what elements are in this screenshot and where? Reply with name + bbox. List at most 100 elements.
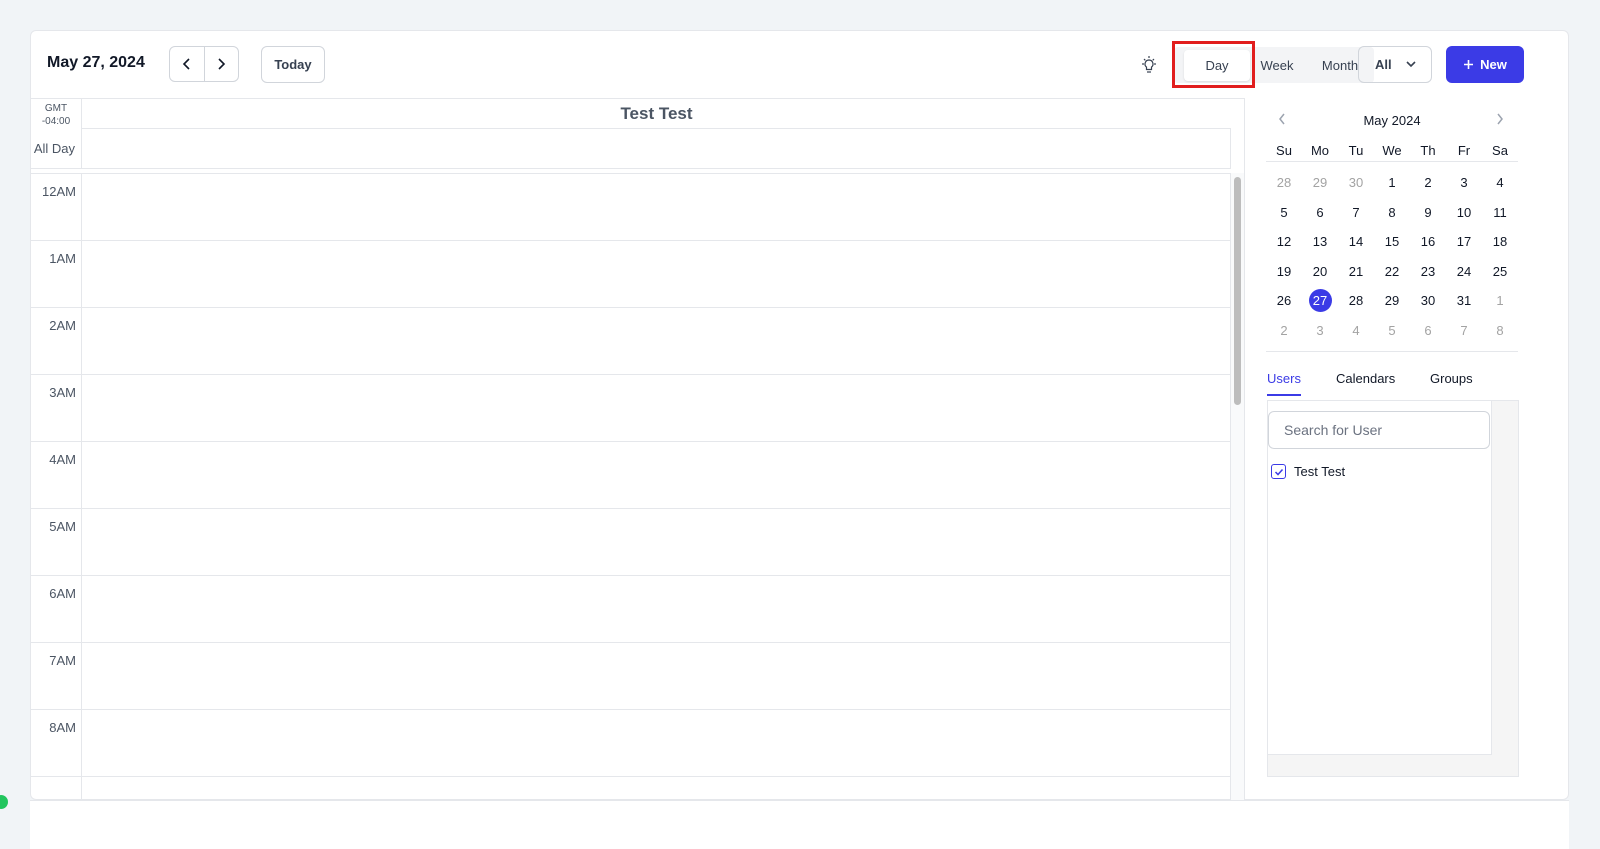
day-cell[interactable]: 29 — [1302, 175, 1338, 190]
week-row: 19 20 21 22 23 24 25 — [1266, 257, 1518, 287]
hour-slot[interactable] — [82, 442, 1231, 508]
day-cell[interactable]: 13 — [1302, 234, 1338, 249]
day-cell[interactable]: 7 — [1446, 323, 1482, 338]
view-week-button[interactable]: Week — [1252, 47, 1302, 83]
day-cell[interactable]: 3 — [1446, 175, 1482, 190]
hour-label: 6AM — [31, 576, 82, 642]
week-row: 5 6 7 8 9 10 11 — [1266, 198, 1518, 228]
hour-slot[interactable] — [82, 509, 1231, 575]
day-cell[interactable]: 3 — [1302, 323, 1338, 338]
hour-label: 7AM — [31, 643, 82, 709]
day-cell[interactable]: 12 — [1266, 234, 1302, 249]
tab-groups[interactable]: Groups — [1430, 371, 1473, 394]
day-cell[interactable]: 8 — [1374, 205, 1410, 220]
day-cell[interactable]: 30 — [1338, 175, 1374, 190]
hour-slot[interactable] — [82, 576, 1231, 642]
lightbulb-icon[interactable] — [1139, 55, 1159, 75]
day-cell[interactable]: 29 — [1374, 293, 1410, 308]
hour-label: 12AM — [31, 174, 82, 240]
hour-label: 8AM — [31, 710, 82, 776]
next-button[interactable] — [203, 47, 239, 81]
day-cell[interactable]: 16 — [1410, 234, 1446, 249]
hour-row: 12AM — [31, 174, 1231, 241]
day-grid: GMT -04:00 Test Test All Day 12AM 1AM 2A… — [31, 98, 1244, 802]
hour-row: 7AM — [31, 643, 1231, 710]
day-cell[interactable]: 7 — [1338, 205, 1374, 220]
hour-label: 2AM — [31, 308, 82, 374]
chevron-right-icon[interactable] — [1495, 112, 1505, 126]
hour-label: 5AM — [31, 509, 82, 575]
hour-slot[interactable] — [82, 643, 1231, 709]
day-cell[interactable]: 31 — [1446, 293, 1482, 308]
day-cell[interactable]: 6 — [1302, 205, 1338, 220]
timezone-line-2: -04:00 — [41, 116, 71, 127]
weekday-label: We — [1382, 143, 1402, 158]
user-list-item[interactable]: Test Test — [1271, 464, 1345, 479]
day-cell[interactable]: 8 — [1482, 323, 1518, 338]
day-cell[interactable]: 9 — [1410, 205, 1446, 220]
week-row: 12 13 14 15 16 17 18 — [1266, 227, 1518, 257]
hour-slot[interactable] — [82, 777, 1231, 802]
all-day-cell[interactable] — [82, 129, 1231, 169]
user-checkbox[interactable] — [1271, 464, 1286, 479]
day-cell[interactable]: 17 — [1446, 234, 1482, 249]
tab-calendars[interactable]: Calendars — [1336, 371, 1395, 394]
hour-row: 3AM — [31, 375, 1231, 442]
grid-scrollbar[interactable] — [1231, 173, 1244, 802]
day-cell[interactable]: 2 — [1410, 175, 1446, 190]
day-cell[interactable]: 6 — [1410, 323, 1446, 338]
mini-calendar: Su Mo Tu We Th Fr Sa 28 29 30 1 2 3 4 5 … — [1266, 140, 1518, 345]
divider — [1266, 351, 1518, 352]
chevron-right-icon — [218, 58, 226, 70]
hour-slot[interactable] — [82, 375, 1231, 441]
day-cell[interactable]: 5 — [1266, 205, 1302, 220]
hour-label — [31, 777, 82, 802]
user-name: Test Test — [1294, 464, 1346, 479]
hour-row — [31, 777, 1231, 802]
week-row: 28 29 30 1 2 3 4 — [1266, 168, 1518, 198]
hour-slot[interactable] — [82, 308, 1231, 374]
hour-slot[interactable] — [82, 710, 1231, 776]
day-cell[interactable]: 23 — [1410, 264, 1446, 279]
day-cell[interactable]: 20 — [1302, 264, 1338, 279]
search-user-input[interactable] — [1268, 411, 1490, 449]
day-cell[interactable]: 14 — [1338, 234, 1374, 249]
day-cell[interactable]: 4 — [1482, 175, 1518, 190]
day-cell[interactable]: 26 — [1266, 293, 1302, 308]
today-button[interactable]: Today — [261, 46, 325, 83]
day-cell[interactable]: 28 — [1338, 293, 1374, 308]
all-day-label: All Day — [31, 129, 82, 169]
day-cell[interactable]: 21 — [1338, 264, 1374, 279]
day-cell[interactable]: 25 — [1482, 264, 1518, 279]
day-cell[interactable]: 28 — [1266, 175, 1302, 190]
day-cell[interactable]: 4 — [1338, 323, 1374, 338]
hour-row: 1AM — [31, 241, 1231, 308]
prev-button[interactable] — [170, 47, 204, 81]
scrollbar-thumb[interactable] — [1234, 177, 1241, 405]
hour-slot[interactable] — [82, 174, 1231, 240]
weekday-label: Fr — [1457, 143, 1471, 158]
weekday-label: Sa — [1492, 143, 1508, 158]
day-cell[interactable]: 18 — [1482, 234, 1518, 249]
day-cell[interactable]: 10 — [1446, 205, 1482, 220]
bottom-panel — [30, 800, 1569, 849]
day-cell[interactable]: 30 — [1410, 293, 1446, 308]
day-cell[interactable]: 19 — [1266, 264, 1302, 279]
week-row: 26 27 28 29 30 31 1 — [1266, 286, 1518, 316]
day-cell[interactable]: 2 — [1266, 323, 1302, 338]
day-cell[interactable]: 5 — [1374, 323, 1410, 338]
day-cell[interactable]: 24 — [1446, 264, 1482, 279]
day-cell[interactable]: 1 — [1374, 175, 1410, 190]
week-row: 2 3 4 5 6 7 8 — [1266, 316, 1518, 346]
hour-label: 1AM — [31, 241, 82, 307]
filter-dropdown[interactable]: All — [1358, 46, 1432, 83]
hour-label: 3AM — [31, 375, 82, 441]
day-cell[interactable]: 11 — [1482, 205, 1518, 220]
day-cell[interactable]: 22 — [1374, 264, 1410, 279]
day-cell[interactable]: 15 — [1374, 234, 1410, 249]
hour-slot[interactable] — [82, 241, 1231, 307]
new-button[interactable]: New — [1446, 46, 1524, 83]
day-cell[interactable]: 1 — [1482, 293, 1518, 308]
selected-day-cell[interactable]: 27 — [1302, 289, 1338, 313]
tab-users[interactable]: Users — [1267, 371, 1301, 396]
